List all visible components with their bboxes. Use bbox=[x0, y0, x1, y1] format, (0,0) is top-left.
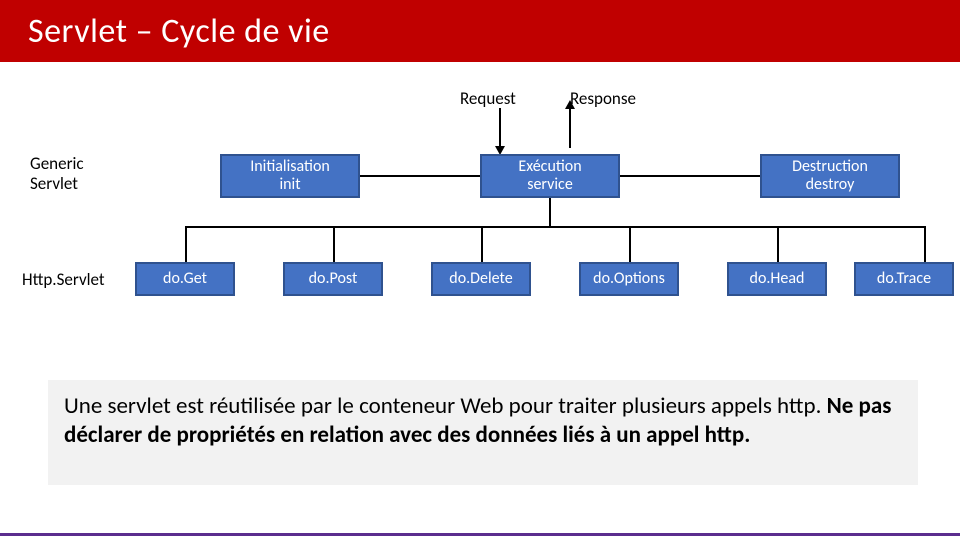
phase-init: Initialisation init bbox=[220, 154, 360, 198]
label-response: Response bbox=[570, 88, 636, 109]
phase-destroy: Destruction destroy bbox=[760, 154, 900, 198]
phase-destroy-line2: destroy bbox=[806, 176, 855, 194]
method-dohead: do.Head bbox=[727, 262, 827, 296]
phase-exec-line1: Exécution bbox=[518, 158, 581, 176]
phase-exec: Exécution service bbox=[480, 154, 620, 198]
slide-note: Une servlet est réutilisée par le conten… bbox=[48, 380, 918, 485]
slide-header: Servlet – Cycle de vie bbox=[0, 0, 960, 62]
method-dotrace-text: do.Trace bbox=[877, 270, 931, 288]
phase-exec-line2: service bbox=[527, 176, 573, 194]
method-dotrace: do.Trace bbox=[854, 262, 954, 296]
method-dopost: do.Post bbox=[283, 262, 383, 296]
drop-dopost bbox=[333, 226, 335, 266]
label-request: Request bbox=[460, 88, 516, 109]
method-dodelete-text: do.Delete bbox=[449, 270, 512, 288]
slide-title: Servlet – Cycle de vie bbox=[28, 11, 330, 52]
response-arrow-line bbox=[569, 108, 571, 148]
label-http-servlet: Http.Servlet bbox=[22, 270, 105, 290]
lifecycle-diagram: Request Response Generic Servlet Initial… bbox=[0, 62, 960, 352]
request-arrow-line bbox=[499, 108, 501, 148]
method-dopost-text: do.Post bbox=[309, 270, 358, 288]
method-doget-text: do.Get bbox=[163, 270, 207, 288]
response-arrow-head bbox=[565, 100, 575, 109]
drop-dodelete bbox=[481, 226, 483, 266]
method-doget: do.Get bbox=[135, 262, 235, 296]
connector-exec-destroy bbox=[620, 175, 760, 177]
label-generic-line1: Generic bbox=[30, 154, 84, 174]
label-generic-line2: Servlet bbox=[30, 174, 84, 194]
method-dohead-text: do.Head bbox=[750, 270, 805, 288]
phase-init-line2: init bbox=[279, 176, 300, 194]
drop-dooptions bbox=[629, 226, 631, 266]
drop-doget bbox=[185, 226, 187, 266]
phase-init-line1: Initialisation bbox=[250, 158, 330, 176]
connector-exec-stem bbox=[549, 198, 551, 228]
label-generic-servlet: Generic Servlet bbox=[30, 154, 84, 195]
method-dooptions-text: do.Options bbox=[593, 270, 665, 288]
note-part1: Une servlet est réutilisée par le conten… bbox=[64, 392, 827, 420]
footer-accent bbox=[0, 533, 960, 536]
drop-dohead bbox=[777, 226, 779, 266]
connector-init-exec bbox=[360, 175, 480, 177]
connector-bus bbox=[185, 226, 925, 228]
phase-destroy-line1: Destruction bbox=[792, 158, 868, 176]
method-dodelete: do.Delete bbox=[431, 262, 531, 296]
drop-dotrace bbox=[924, 226, 926, 266]
method-dooptions: do.Options bbox=[579, 262, 679, 296]
